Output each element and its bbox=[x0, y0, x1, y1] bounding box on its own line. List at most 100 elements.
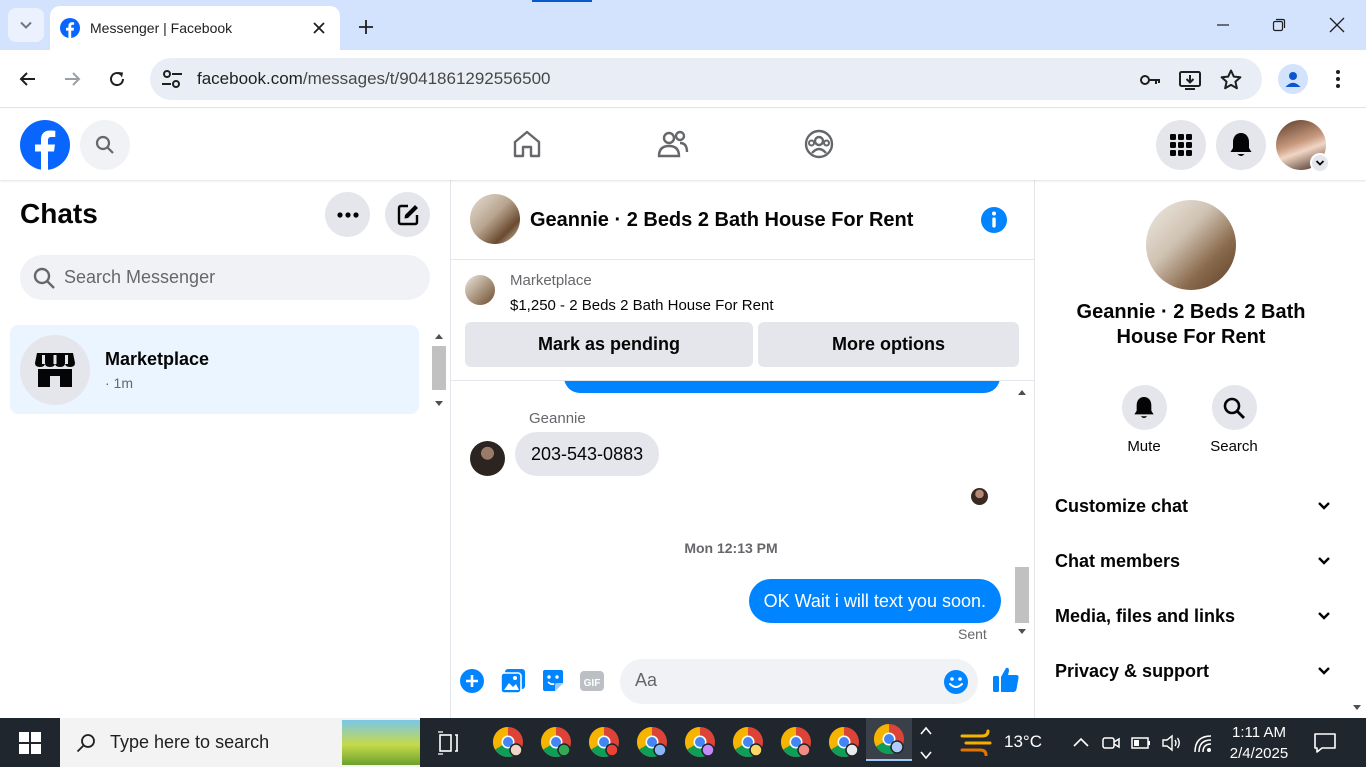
menu-grid-button[interactable] bbox=[1156, 120, 1206, 170]
mark-as-pending-button[interactable]: Mark as pending bbox=[465, 322, 753, 367]
mute-button[interactable]: Mute bbox=[1109, 385, 1179, 455]
scrollbar-thumb[interactable] bbox=[432, 346, 446, 390]
forward-button[interactable] bbox=[56, 63, 88, 95]
gif-icon[interactable]: GIF bbox=[579, 668, 605, 694]
plus-circle-icon[interactable] bbox=[459, 668, 485, 694]
chats-title: Chats bbox=[20, 198, 98, 229]
account-menu-chevron[interactable] bbox=[1310, 153, 1330, 173]
bell-icon bbox=[1134, 396, 1154, 418]
window-close-button[interactable] bbox=[1322, 10, 1352, 40]
person-icon bbox=[1285, 72, 1301, 87]
chevron-up-icon[interactable] bbox=[1070, 732, 1092, 754]
thumbs-up-icon[interactable] bbox=[992, 665, 1020, 693]
reload-button[interactable] bbox=[101, 63, 133, 95]
search-icon bbox=[33, 267, 55, 289]
restore-button[interactable] bbox=[1264, 10, 1294, 40]
system-clock[interactable]: 1:11 AM 2/4/2025 bbox=[1222, 722, 1296, 764]
search-in-conversation-button[interactable]: Search bbox=[1199, 385, 1269, 455]
minimize-button[interactable] bbox=[1208, 10, 1238, 40]
taskbar-chrome-app[interactable] bbox=[682, 724, 718, 760]
conversation-scrollbar[interactable] bbox=[1013, 381, 1031, 642]
account-avatar[interactable] bbox=[1276, 120, 1330, 173]
taskbar-chrome-app[interactable] bbox=[538, 724, 574, 760]
message-input[interactable] bbox=[635, 670, 935, 691]
bookmark-star-icon[interactable] bbox=[1219, 68, 1243, 92]
chat-list-item[interactable]: Marketplace · 1m bbox=[10, 325, 419, 414]
volume-icon[interactable] bbox=[1160, 732, 1182, 754]
password-key-icon[interactable] bbox=[1138, 68, 1162, 92]
chrome-icon bbox=[780, 727, 811, 758]
facebook-search-button[interactable] bbox=[80, 120, 130, 170]
taskbar-chrome-app[interactable] bbox=[778, 724, 814, 760]
tab-close-button[interactable] bbox=[308, 17, 330, 39]
nav-groups-button[interactable] bbox=[802, 127, 836, 161]
notification-center-icon[interactable] bbox=[1312, 730, 1338, 756]
conversation-avatar[interactable] bbox=[470, 194, 520, 244]
photo-icon[interactable] bbox=[500, 668, 526, 694]
restore-icon bbox=[1272, 18, 1286, 32]
privacy-support-section[interactable]: Privacy & support bbox=[1055, 651, 1331, 691]
new-tab-button[interactable] bbox=[352, 13, 380, 41]
nav-friends-button[interactable] bbox=[656, 127, 690, 161]
taskbar-chrome-app[interactable] bbox=[586, 724, 622, 760]
store-icon bbox=[35, 353, 75, 387]
address-bar[interactable]: facebook.com/messages/t/9041861292556500 bbox=[150, 58, 1262, 100]
taskbar-chrome-app[interactable] bbox=[730, 724, 766, 760]
new-message-button[interactable] bbox=[385, 192, 430, 237]
task-view-icon[interactable] bbox=[436, 730, 462, 756]
scroll-up-icon bbox=[435, 334, 443, 339]
scrollbar-thumb[interactable] bbox=[1015, 567, 1029, 623]
info-icon[interactable] bbox=[980, 206, 1008, 234]
emoji-icon[interactable] bbox=[943, 669, 969, 695]
more-options-button[interactable]: More options bbox=[758, 322, 1019, 367]
mute-label: Mute bbox=[1127, 438, 1161, 455]
messenger-search-input[interactable] bbox=[64, 267, 404, 288]
taskbar-chrome-app[interactable] bbox=[826, 724, 862, 760]
grid-icon bbox=[1170, 134, 1192, 156]
info-panel-scrollbar[interactable] bbox=[1347, 180, 1366, 718]
facebook-header bbox=[0, 109, 1366, 180]
browser-menu-button[interactable] bbox=[1326, 65, 1350, 93]
minimize-icon bbox=[1217, 24, 1229, 26]
taskbar-search[interactable]: Type here to search bbox=[60, 718, 420, 767]
browser-tab-strip: Messenger | Facebook bbox=[0, 0, 1366, 50]
marketplace-listing-banner: Marketplace $1,250 - 2 Beds 2 Bath House… bbox=[451, 261, 1034, 381]
nav-home-button[interactable] bbox=[510, 127, 544, 161]
browser-profile-button[interactable] bbox=[1278, 64, 1308, 94]
meet-now-icon[interactable] bbox=[1100, 732, 1122, 754]
sender-name: Geannie bbox=[529, 410, 586, 427]
install-app-icon[interactable] bbox=[1178, 68, 1202, 92]
media-files-links-section[interactable]: Media, files and links bbox=[1055, 596, 1331, 636]
chat-members-section[interactable]: Chat members bbox=[1055, 541, 1331, 581]
taskbar-chrome-app-active[interactable] bbox=[866, 718, 912, 761]
friends-icon bbox=[657, 130, 689, 158]
tab-search-button[interactable] bbox=[8, 8, 44, 42]
info-avatar[interactable] bbox=[1146, 200, 1236, 290]
taskbar-scroll-arrows-icon[interactable] bbox=[916, 722, 936, 764]
chats-options-button[interactable] bbox=[325, 192, 370, 237]
notifications-button[interactable] bbox=[1216, 120, 1266, 170]
back-button[interactable] bbox=[12, 63, 44, 95]
chrome-icon bbox=[873, 723, 904, 754]
chevron-down-icon bbox=[1318, 667, 1330, 675]
facebook-logo-icon[interactable] bbox=[20, 120, 70, 170]
start-button[interactable] bbox=[0, 718, 60, 767]
messenger-search[interactable] bbox=[20, 255, 430, 300]
conversation-info-panel: Geannie · 2 Beds 2 Bath House For Rent M… bbox=[1034, 180, 1366, 718]
taskbar-chrome-app[interactable] bbox=[490, 724, 526, 760]
customize-chat-section[interactable]: Customize chat bbox=[1055, 486, 1331, 526]
listing-title[interactable]: $1,250 - 2 Beds 2 Bath House For Rent bbox=[510, 297, 774, 314]
chrome-icon bbox=[732, 727, 763, 758]
sticker-icon[interactable] bbox=[540, 668, 566, 694]
browser-tab[interactable]: Messenger | Facebook bbox=[50, 6, 340, 50]
taskbar-chrome-app[interactable] bbox=[634, 724, 670, 760]
sender-avatar[interactable] bbox=[470, 441, 505, 476]
plus-icon bbox=[359, 20, 373, 34]
conversation-title[interactable]: Geannie · 2 Beds 2 Bath House For Rent bbox=[530, 209, 913, 232]
wifi-icon[interactable] bbox=[1192, 732, 1214, 754]
listing-thumbnail[interactable] bbox=[465, 275, 495, 305]
message-input-box[interactable] bbox=[620, 659, 978, 704]
battery-icon[interactable] bbox=[1130, 732, 1152, 754]
chat-list-scrollbar[interactable] bbox=[430, 328, 448, 412]
weather-widget[interactable]: 13°C bbox=[960, 728, 1042, 756]
